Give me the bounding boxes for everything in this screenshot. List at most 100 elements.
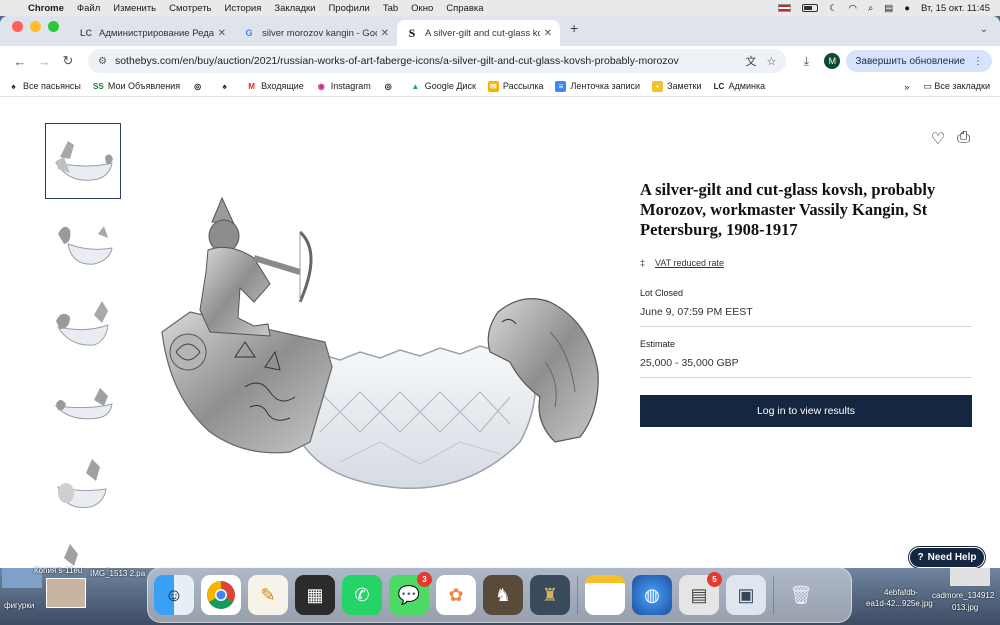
- bookmark-item[interactable]: SS Мои Объявления: [93, 81, 180, 92]
- close-tab-icon[interactable]: ✕: [218, 28, 226, 39]
- desktop-file-label[interactable]: Копия s-11eu: [34, 566, 82, 575]
- reload-icon[interactable]: ↻: [56, 53, 80, 69]
- kovsh-thumbnail-image: [57, 459, 107, 509]
- bookmark-item[interactable]: ▪ Заметки: [652, 80, 702, 92]
- bookmark-star-icon[interactable]: ☆: [767, 55, 777, 68]
- thumbnail-1[interactable]: [45, 123, 121, 199]
- kovsh-thumbnail-image: [54, 388, 113, 420]
- tab-sothebys[interactable]: S A silver-gilt and cut-glass kov ✕: [397, 20, 560, 46]
- user-icon[interactable]: ●: [904, 3, 910, 14]
- tab-search-chevron-icon[interactable]: ⌄: [980, 24, 988, 35]
- log-in-to-view-results-button[interactable]: Log in to view results: [640, 395, 972, 427]
- thumbnail-3[interactable]: [45, 285, 121, 361]
- desktop-file-label[interactable]: ea1d-42...925e.jpg: [866, 599, 933, 608]
- bookmark-item[interactable]: ≡ Ленточка записи: [555, 80, 640, 92]
- bookmark-label: Входящие: [261, 81, 304, 91]
- menu-bookmarks[interactable]: Закладки: [274, 3, 315, 14]
- back-arrow-icon[interactable]: ←: [8, 54, 32, 69]
- textedit-icon[interactable]: ✎: [248, 575, 288, 615]
- url-text[interactable]: sothebys.com/en/buy/auction/2021/russian…: [115, 55, 736, 67]
- tab-admin[interactable]: LC Администрирование Редакт ✕: [71, 20, 234, 46]
- bookmark-item[interactable]: ◎: [383, 81, 398, 92]
- thumbnail-6[interactable]: [45, 528, 121, 568]
- recent-app-helmet-icon[interactable]: ♜: [530, 575, 570, 615]
- menu-edit[interactable]: Изменить: [113, 3, 156, 14]
- desktop-photo-thumbnail[interactable]: [46, 578, 86, 608]
- address-bar[interactable]: ⚙ sothebys.com/en/buy/auction/2021/russi…: [88, 49, 787, 73]
- translate-icon[interactable]: 文: [746, 53, 757, 69]
- whatsapp-icon[interactable]: ✆: [342, 575, 382, 615]
- all-bookmarks-button[interactable]: ▭ Все закладки: [923, 81, 990, 92]
- bookmark-item[interactable]: ◎: [192, 81, 207, 92]
- forward-arrow-icon[interactable]: →: [32, 54, 56, 69]
- page-content: ♡ ⎙ A silver-gilt and cut-glass kovsh, p…: [0, 97, 1000, 568]
- preview-icon[interactable]: ▣: [726, 575, 766, 615]
- vat-reduced-rate-link[interactable]: VAT reduced rate: [655, 258, 724, 268]
- lot-closed-value: June 9, 07:59 PM EEST: [640, 306, 972, 327]
- thumbnail-2[interactable]: [45, 204, 121, 280]
- maximize-window-icon[interactable]: [48, 20, 59, 32]
- bookmark-item[interactable]: M Входящие: [246, 81, 304, 92]
- close-tab-icon[interactable]: ✕: [544, 28, 552, 39]
- control-center-icon[interactable]: ▤: [884, 3, 893, 14]
- bookmark-item[interactable]: ♠: [219, 81, 234, 92]
- download-icon[interactable]: ⤓: [794, 54, 818, 69]
- more-bookmarks-button[interactable]: »: [904, 82, 909, 92]
- profile-avatar[interactable]: M: [824, 53, 841, 69]
- bookmark-label: Мои Объявления: [107, 81, 181, 91]
- bookmark-item[interactable]: ♠ Все пасьянсы: [8, 81, 81, 92]
- menu-tab[interactable]: Tab: [383, 3, 398, 14]
- new-tab-button[interactable]: +: [560, 20, 588, 42]
- need-help-button[interactable]: ? Need Help: [909, 547, 985, 568]
- calculator-icon[interactable]: ▦: [295, 575, 335, 615]
- bookmark-item[interactable]: LC Админка: [714, 81, 765, 92]
- tab-google-search[interactable]: G silver morozov kangin - Goog ✕: [234, 20, 397, 46]
- favorite-heart-icon[interactable]: ♡: [931, 129, 945, 149]
- mail-preview-icon[interactable]: ▤ 5: [679, 572, 722, 615]
- menu-app-name[interactable]: Chrome: [28, 3, 64, 14]
- menu-help[interactable]: Справка: [446, 3, 483, 14]
- network-utility-icon[interactable]: ◍: [632, 575, 672, 615]
- messages-icon[interactable]: 💬 3: [389, 572, 432, 615]
- desktop-file-label[interactable]: 4ebfafdb-: [884, 588, 918, 597]
- bookmark-spade-icon: ♠: [222, 81, 227, 91]
- search-icon[interactable]: ⌕: [868, 3, 873, 14]
- photos-icon[interactable]: ✿: [436, 575, 476, 615]
- desktop-file-label[interactable]: cadmore_134912: [932, 591, 994, 600]
- chrome-icon[interactable]: [201, 575, 241, 615]
- battery-icon[interactable]: [802, 4, 819, 12]
- notes-icon[interactable]: [585, 575, 625, 615]
- recent-app-doll-icon[interactable]: ♞: [483, 575, 523, 615]
- finish-update-button[interactable]: Завершить обновление ⋮: [846, 50, 992, 72]
- desktop-file-label[interactable]: фигурки: [4, 601, 34, 610]
- minimize-window-icon[interactable]: [30, 20, 41, 32]
- browser-window: LC Администрирование Редакт ✕ G silver m…: [0, 16, 1000, 568]
- bookmark-item[interactable]: ▲ Google Диск: [410, 81, 476, 92]
- print-icon[interactable]: ⎙: [957, 129, 970, 149]
- finder-icon[interactable]: ☺: [154, 575, 194, 615]
- close-window-icon[interactable]: [12, 20, 23, 32]
- menu-profiles[interactable]: Профили: [328, 3, 369, 14]
- bookmark-item[interactable]: ✉ Рассылка: [487, 80, 543, 92]
- desktop-file-label[interactable]: 013.jpg: [952, 603, 978, 612]
- main-product-image[interactable]: [150, 192, 610, 532]
- thumbnail-5[interactable]: [45, 447, 121, 523]
- trash-icon[interactable]: 🗑: [781, 575, 821, 615]
- thumbnail-4[interactable]: [45, 366, 121, 442]
- menu-history[interactable]: История: [225, 3, 262, 14]
- desktop-file-label[interactable]: IMG_1513 2.ра: [90, 569, 145, 578]
- bookmark-globe-icon: ◎: [384, 81, 392, 91]
- menu-bar-clock[interactable]: Вт, 15 окт. 11:45: [921, 3, 990, 14]
- window-controls: [0, 20, 71, 42]
- menu-window[interactable]: Окно: [411, 3, 433, 14]
- site-settings-icon[interactable]: ⚙: [98, 56, 107, 67]
- wifi-icon[interactable]: ◠: [849, 3, 857, 14]
- bookmark-item[interactable]: ◉ Instagram: [316, 81, 371, 92]
- bookmark-label: Google Диск: [424, 81, 476, 91]
- menu-file[interactable]: Файл: [77, 3, 100, 14]
- close-tab-icon[interactable]: ✕: [381, 28, 389, 39]
- desktop-image-thumbnail[interactable]: [950, 568, 990, 586]
- moon-icon[interactable]: ☾: [829, 3, 838, 14]
- input-source-flag-icon[interactable]: [778, 4, 792, 12]
- menu-view[interactable]: Смотреть: [169, 3, 211, 14]
